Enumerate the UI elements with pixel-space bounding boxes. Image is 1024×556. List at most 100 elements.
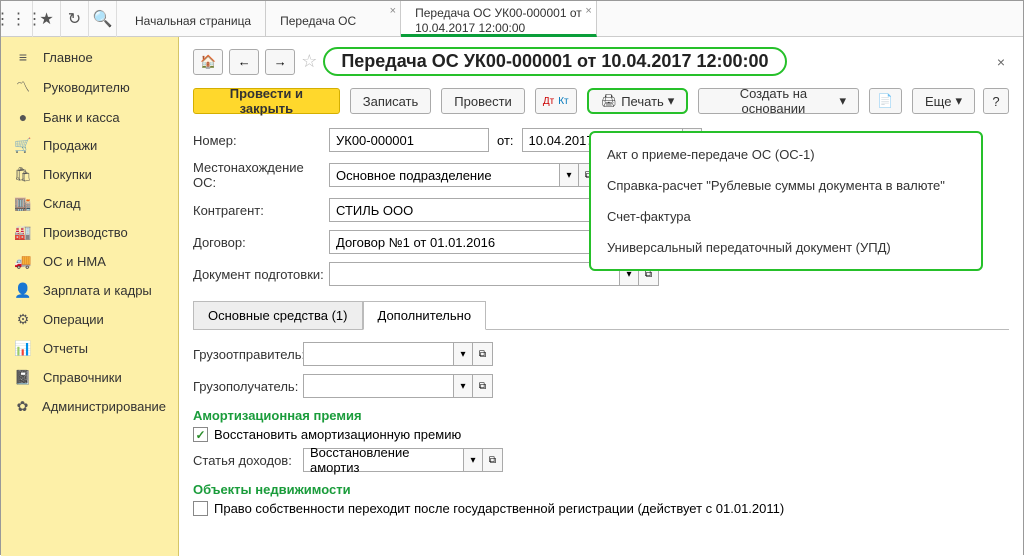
sidebar-label: Отчеты bbox=[43, 341, 88, 356]
person-icon: 👤 bbox=[13, 282, 33, 299]
sidebar-label: Склад bbox=[43, 196, 81, 211]
tab-additional[interactable]: Дополнительно bbox=[363, 301, 487, 330]
print-menu-item-act-os1[interactable]: Акт о приеме-передаче ОС (ОС-1) bbox=[591, 139, 981, 170]
print-label: Печать bbox=[621, 94, 664, 109]
tab-transfer-os[interactable]: Передача ОС × bbox=[266, 1, 401, 36]
chevron-down-icon[interactable]: ▾ bbox=[453, 374, 473, 398]
close-icon[interactable]: × bbox=[390, 5, 396, 17]
star-icon[interactable]: ★ bbox=[33, 1, 61, 37]
sidebar-item-os-nma[interactable]: 🚚ОС и НМА bbox=[1, 247, 178, 276]
more-button[interactable]: Еще ▾ bbox=[912, 88, 975, 114]
sidebar-label: Продажи bbox=[43, 138, 97, 153]
chevron-down-icon: ▾ bbox=[955, 93, 962, 109]
number-label: Номер: bbox=[193, 133, 329, 148]
print-menu-item-upd[interactable]: Универсальный передаточный документ (УПД… bbox=[591, 232, 981, 263]
consignor-label: Грузоотправитель: bbox=[193, 347, 303, 362]
sidebar-item-production[interactable]: 🏭Производство bbox=[1, 218, 178, 247]
consignee-field[interactable] bbox=[303, 374, 453, 398]
sidebar-item-warehouse[interactable]: 🏬 Склад bbox=[1, 189, 178, 218]
tab-transfer-os-doc[interactable]: Передача ОС УК00-000001 от 10.04.2017 12… bbox=[401, 1, 597, 37]
tab-label: Передача ОС bbox=[280, 14, 386, 28]
income-label: Статья доходов: bbox=[193, 453, 303, 468]
main-area: 🏠 ← → ☆ Передача ОС УК00-000001 от 10.04… bbox=[179, 37, 1023, 556]
realty-section-title: Объекты недвижимости bbox=[193, 482, 1009, 497]
tab-label-line2: 10.04.2017 12:00:00 bbox=[415, 21, 582, 35]
close-doc-button[interactable]: × bbox=[993, 54, 1009, 70]
restore-depr-checkbox[interactable]: ✓ bbox=[193, 427, 208, 442]
consignee-label: Грузополучатель: bbox=[193, 379, 303, 394]
titlebar: ⋮⋮⋮ ★ ↻ 🔍 Начальная страница Передача ОС… bbox=[1, 1, 1023, 37]
sidebar-item-manager[interactable]: 〽Руководителю bbox=[1, 71, 178, 103]
sidebar-label: Справочники bbox=[43, 370, 122, 385]
menu-icon: ≡ bbox=[13, 49, 33, 65]
back-button[interactable]: ← bbox=[229, 49, 259, 75]
chevron-down-icon[interactable]: ▾ bbox=[463, 448, 483, 472]
toolbar: Провести и закрыть Записать Провести ДтК… bbox=[193, 88, 1009, 114]
sidebar: ≡ Главное 〽Руководителю ●Банк и касса 🛒 Пр… bbox=[1, 37, 179, 556]
tab-assets[interactable]: Основные средства (1) bbox=[193, 301, 363, 330]
document-action-button[interactable]: 📄 bbox=[869, 88, 902, 114]
location-label: Местонахождение ОС: bbox=[193, 160, 329, 190]
favorite-star-icon[interactable]: ☆ bbox=[301, 51, 317, 72]
consignor-field[interactable] bbox=[303, 342, 453, 366]
chevron-down-icon[interactable]: ▾ bbox=[559, 163, 579, 187]
open-icon[interactable]: ⧉ bbox=[483, 448, 503, 472]
sidebar-item-operations[interactable]: ⚙Операции bbox=[1, 305, 178, 334]
post-and-close-button[interactable]: Провести и закрыть bbox=[193, 88, 340, 114]
sidebar-item-bank[interactable]: ●Банк и касса bbox=[1, 103, 178, 131]
contract-field[interactable]: Договор №1 от 01.01.2016 bbox=[329, 230, 619, 254]
settings-icon: ✿ bbox=[13, 398, 32, 415]
income-field[interactable]: Восстановление амортиз bbox=[303, 448, 463, 472]
prepdoc-field[interactable] bbox=[329, 262, 619, 286]
cart-icon: 🛒 bbox=[13, 137, 33, 154]
create-based-on-button[interactable]: Создать на основании ▾ bbox=[698, 88, 859, 114]
sidebar-item-reports[interactable]: 📊 Отчеты bbox=[1, 334, 178, 363]
number-field[interactable]: УК00-000001 bbox=[329, 128, 489, 152]
sidebar-item-main[interactable]: ≡ Главное bbox=[1, 43, 178, 71]
sidebar-item-purchases[interactable]: 🛍Покупки bbox=[1, 160, 178, 189]
document-title: Передача ОС УК00-000001 от 10.04.2017 12… bbox=[323, 47, 786, 76]
close-icon[interactable]: × bbox=[585, 5, 591, 17]
book-icon: 📓 bbox=[13, 369, 33, 386]
sidebar-label: Банк и касса bbox=[43, 110, 120, 125]
help-button[interactable]: ? bbox=[983, 88, 1009, 114]
realty-label: Право собственности переходит после госу… bbox=[214, 501, 784, 516]
print-menu-item-invoice[interactable]: Счет-фактура bbox=[591, 201, 981, 232]
sidebar-item-salary[interactable]: 👤 Зарплата и кадры bbox=[1, 276, 178, 305]
dt-kt-button[interactable]: ДтКт bbox=[535, 88, 577, 114]
factory-icon: 🏭 bbox=[13, 224, 33, 241]
home-button[interactable]: 🏠 bbox=[193, 49, 223, 75]
bag-icon: 🛍 bbox=[13, 166, 33, 183]
realty-checkbox[interactable]: ✓ bbox=[193, 501, 208, 516]
counterparty-label: Контрагент: bbox=[193, 203, 329, 218]
warehouse-icon: 🏬 bbox=[13, 195, 33, 212]
sidebar-item-sales[interactable]: 🛒 Продажи bbox=[1, 131, 178, 160]
doc-header: 🏠 ← → ☆ Передача ОС УК00-000001 от 10.04… bbox=[193, 47, 1009, 76]
forward-button[interactable]: → bbox=[265, 49, 295, 75]
write-button[interactable]: Записать bbox=[350, 88, 432, 114]
open-icon[interactable]: ⧉ bbox=[473, 342, 493, 366]
realty-checkbox-row: ✓ Право собственности переходит после го… bbox=[193, 501, 1009, 516]
sidebar-item-references[interactable]: 📓 Справочники bbox=[1, 363, 178, 392]
print-button[interactable]: 🖨 Печать ▾ bbox=[587, 88, 689, 114]
location-field[interactable]: Основное подразделение bbox=[329, 163, 559, 187]
post-button[interactable]: Провести bbox=[441, 88, 525, 114]
tab-label: Начальная страница bbox=[135, 14, 251, 28]
sidebar-label: Главное bbox=[43, 50, 93, 65]
sidebar-label: Зарплата и кадры bbox=[43, 283, 152, 298]
open-icon[interactable]: ⧉ bbox=[473, 374, 493, 398]
search-icon[interactable]: 🔍 bbox=[89, 1, 117, 37]
doc-tabs: Основные средства (1) Дополнительно bbox=[193, 300, 1009, 330]
report-icon: 📊 bbox=[13, 340, 33, 357]
print-dropdown-menu: Акт о приеме-передаче ОС (ОС-1) Справка-… bbox=[589, 131, 983, 271]
chevron-down-icon[interactable]: ▾ bbox=[453, 342, 473, 366]
counterparty-field[interactable]: СТИЛЬ ООО bbox=[329, 198, 619, 222]
tab-start-page[interactable]: Начальная страница bbox=[121, 1, 266, 36]
history-icon[interactable]: ↻ bbox=[61, 1, 89, 37]
titlebar-icons: ⋮⋮⋮ ★ ↻ 🔍 bbox=[1, 1, 121, 36]
create-based-label: Создать на основании bbox=[711, 86, 835, 116]
sidebar-item-admin[interactable]: ✿Администрирование bbox=[1, 392, 178, 421]
apps-icon[interactable]: ⋮⋮⋮ bbox=[5, 1, 33, 37]
gear-icon: ⚙ bbox=[13, 311, 33, 328]
print-menu-item-reference[interactable]: Справка-расчет "Рублевые суммы документа… bbox=[591, 170, 981, 201]
